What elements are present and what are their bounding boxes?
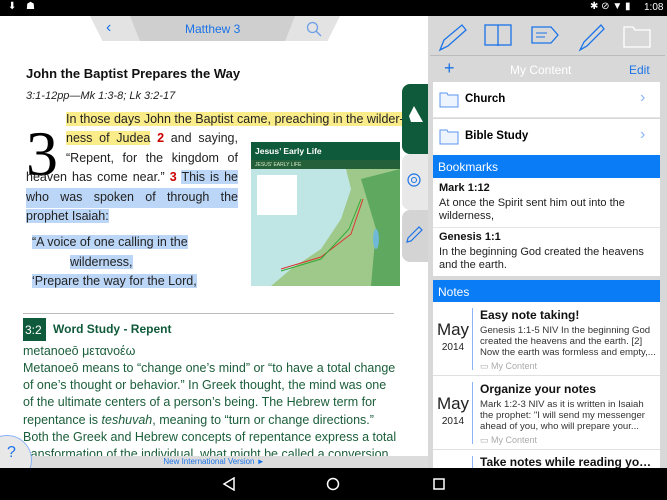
back-nav-icon[interactable] <box>222 477 236 491</box>
verse-1[interactable]: In those days John the Baptist came, pre… <box>66 110 404 130</box>
folder-label: Church <box>465 93 506 105</box>
note-item[interactable]: May 2014 Organize your notes Mark 1:2-3 … <box>433 376 660 450</box>
map-image[interactable]: Jesus’ Early Life JESUS' EARLY LIFE <box>251 142 400 286</box>
panel-title: My Content <box>510 63 572 77</box>
status-bar: ⬇ ☗ ✱ ⊘ ▼ ▮ 1:08 <box>0 0 667 16</box>
search-icon[interactable] <box>306 21 322 37</box>
section-heading: John the Baptist Prepares the Way <box>26 66 241 81</box>
note-year: 2014 <box>441 342 465 353</box>
study-badge: 3:2 <box>23 318 46 341</box>
note-year: 2014 <box>441 416 465 427</box>
gear-icon <box>407 173 421 187</box>
help-icon[interactable]: ? <box>7 444 16 462</box>
my-content-pane: + My Content Edit Church › Bible Study ›… <box>428 16 667 468</box>
divider <box>23 313 394 314</box>
poem-line-1[interactable]: “A voice of one calling in the <box>32 233 188 253</box>
home-nav-icon[interactable] <box>326 477 340 491</box>
tab-settings[interactable] <box>402 154 428 210</box>
cross-reference: 3:1-12pp—Mk 1:3-8; Lk 3:2-17 <box>26 90 176 102</box>
map-graphic <box>257 169 400 286</box>
folder-icon: ▭ <box>480 435 489 445</box>
map-title: Jesus’ Early Life <box>251 142 400 160</box>
folder-icon <box>439 129 459 145</box>
reader-pane: ‹ Matthew 3 John the Baptist Prepares th… <box>0 16 428 468</box>
note-month: May <box>436 394 470 413</box>
tab-bible[interactable] <box>402 84 428 154</box>
tab-notes[interactable] <box>402 210 428 262</box>
note-body: Genesis 1:1-5 NIV In the beginning God c… <box>480 325 656 358</box>
divider <box>430 55 665 56</box>
bookmark-item[interactable]: Genesis 1:1 In the beginning God created… <box>433 228 660 276</box>
verse-3[interactable]: who was spoken of through the <box>26 188 238 208</box>
folder-bible-study[interactable]: Bible Study › <box>433 119 660 155</box>
note-body: Mark 1:2-3 NIV as it is written in Isaia… <box>480 399 645 432</box>
pencil-icon <box>406 226 423 243</box>
note-month: May <box>436 320 470 339</box>
map-subtitle: JESUS' EARLY LIFE <box>251 160 400 169</box>
folder-icon: ▭ <box>480 361 489 371</box>
poem-line-3[interactable]: ‘Prepare the way for the Lord, <box>32 272 197 292</box>
note-title: Organize your notes <box>480 382 597 396</box>
system-nav-bar <box>0 468 667 500</box>
bookmark-item[interactable]: Mark 1:12 At once the Spirit sent him ou… <box>433 178 660 228</box>
back-icon[interactable]: ‹ <box>106 19 111 37</box>
bookmark-text: At once the Spirit sent him out into the… <box>439 197 625 222</box>
pencil-icon[interactable] <box>436 22 468 52</box>
note-item[interactable]: Take notes while reading your Bible <box>433 450 660 468</box>
bookmark-ref: Mark 1:12 <box>439 182 490 194</box>
note-folder: ▭ My Content <box>480 435 538 445</box>
clock: 1:08 <box>644 2 664 13</box>
bookmark-text: In the beginning God created the heavens… <box>439 246 644 271</box>
book-title[interactable]: Matthew 3 <box>185 22 240 36</box>
verse-2-line[interactable]: ness of Judea 2 and saying, <box>66 129 238 149</box>
chevron-right-icon: › <box>640 126 646 143</box>
poem-line-2[interactable]: wilderness, <box>70 253 133 273</box>
verse-3-end[interactable]: prophet Isaiah: <box>26 207 109 227</box>
study-words: metanoeō μετανοέω <box>23 344 136 358</box>
verse-3-line[interactable]: heaven has come near.” 3 This is he <box>26 168 238 188</box>
bookmark-ref: Genesis 1:1 <box>439 231 501 243</box>
edit-button[interactable]: Edit <box>629 63 650 77</box>
notes-header: Notes <box>433 280 660 303</box>
study-text: Metanoeō means to “change one’s mind” or… <box>23 361 397 456</box>
bird-icon <box>409 106 423 122</box>
version-label[interactable]: New International Version ► <box>163 457 264 466</box>
tag-icon[interactable] <box>531 26 559 44</box>
folder-icon[interactable] <box>623 24 651 48</box>
book-icon[interactable] <box>484 24 512 48</box>
version-selector[interactable]: New International Version ► <box>0 456 428 468</box>
chevron-right-icon: › <box>640 89 646 106</box>
add-button[interactable]: + <box>444 58 455 79</box>
recents-nav-icon[interactable] <box>432 477 446 491</box>
bookmarks-header: Bookmarks <box>433 155 660 178</box>
note-title: Easy note taking! <box>480 308 580 322</box>
note-folder: ▭ My Content <box>480 361 538 371</box>
note-title: Take notes while reading your Bible <box>480 455 658 468</box>
note-item[interactable]: May 2014 Easy note taking! Genesis 1:1-5… <box>433 302 660 376</box>
android-icon: ☗ <box>26 1 35 12</box>
download-icon: ⬇ <box>8 1 17 12</box>
folder-label: Bible Study <box>465 130 529 142</box>
study-title: Word Study - Repent <box>53 322 172 336</box>
folder-church[interactable]: Church › <box>433 82 660 118</box>
highlighter-icon[interactable] <box>576 22 606 52</box>
verse-2[interactable]: “Repent, for the kingdom of <box>66 149 238 169</box>
status-icons: ✱ ⊘ ▼ ▮ <box>590 1 631 12</box>
folder-icon <box>439 92 459 108</box>
